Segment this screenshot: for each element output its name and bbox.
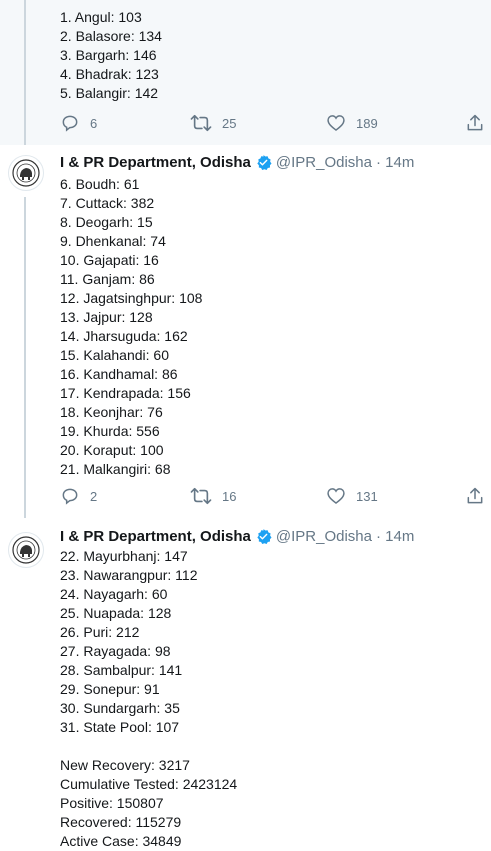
- share-button[interactable]: [465, 486, 485, 506]
- summary-line: Active Case: 34849: [60, 833, 182, 849]
- display-name[interactable]: I & PR Department, Odisha: [60, 528, 251, 545]
- tweet-line: 7. Cuttack: 382: [60, 195, 155, 211]
- tweet-line: 29. Sonepur: 91: [60, 681, 160, 697]
- summary-line: Recovered: 115279: [60, 814, 182, 830]
- tweet-line: 27. Rayagada: 98: [60, 643, 171, 659]
- tweet-actions: 6 25 189: [60, 113, 491, 133]
- tweet-header: I & PR Department, Odisha @IPR_Odisha · …: [60, 152, 414, 172]
- reply-icon: [62, 115, 78, 132]
- tweet-line: 1. Angul: 103: [60, 9, 142, 25]
- tweet-line: 31. State Pool: 107: [60, 719, 180, 735]
- tweet-line: 25. Nuapada: 128: [60, 605, 172, 621]
- handle[interactable]: @IPR_Odisha: [276, 154, 372, 171]
- tweet-line: 11. Ganjam: 86: [60, 271, 155, 287]
- tweet-line: 26. Puri: 212: [60, 624, 140, 640]
- like-count: 189: [356, 115, 378, 131]
- share-icon: [467, 114, 483, 131]
- tweet-line: 9. Dhenkanal: 74: [60, 233, 166, 249]
- share-icon: [467, 487, 483, 504]
- reply-icon: [62, 488, 78, 505]
- tweet-line: 2. Balasore: 134: [60, 28, 162, 44]
- tweet-line: 21. Malkangiri: 68: [60, 461, 171, 477]
- tweet-line: 22. Mayurbhanj: 147: [60, 548, 188, 564]
- tweet-line: 14. Jharsuguda: 162: [60, 328, 188, 344]
- tweet-2-text: 6. Boudh: 61 7. Cuttack: 382 8. Deogarh:…: [60, 175, 202, 479]
- display-name[interactable]: I & PR Department, Odisha: [60, 154, 251, 171]
- tweet-line: 28. Sambalpur: 141: [60, 662, 183, 678]
- like-count: 131: [356, 488, 378, 504]
- like-icon: [327, 488, 345, 505]
- tweet-line: 10. Gajapati: 16: [60, 252, 159, 268]
- retweet-icon: [190, 114, 212, 132]
- retweet-count: 25: [222, 115, 237, 131]
- avatar-emblem: [12, 536, 40, 564]
- tweet-line: 6. Boudh: 61: [60, 176, 140, 192]
- retweet-count: 16: [222, 488, 237, 504]
- reply-count: 6: [90, 115, 98, 131]
- summary-line: New Recovery: 3217: [60, 757, 190, 773]
- retweet-button[interactable]: 25: [190, 113, 236, 133]
- verified-icon: [257, 528, 272, 544]
- reply-button[interactable]: 6: [60, 113, 97, 133]
- timestamp[interactable]: · 14m: [376, 528, 414, 545]
- tweet-2[interactable]: I & PR Department, Odisha @IPR_Odisha · …: [0, 145, 491, 518]
- tweet-line: 15. Kalahandi: 60: [60, 347, 169, 363]
- retweet-icon: [190, 487, 212, 505]
- tweet-line: 30. Sundargarh: 35: [60, 700, 180, 716]
- tweet-line: 4. Bhadrak: 123: [60, 66, 159, 82]
- tweet-actions: 2 16 131: [60, 486, 491, 506]
- summary-line: Cumulative Tested: 2423124: [60, 776, 238, 792]
- reply-button[interactable]: 2: [60, 486, 97, 506]
- tweet-header: I & PR Department, Odisha @IPR_Odisha · …: [60, 526, 414, 546]
- tweet-line: 3. Bargarh: 146: [60, 47, 157, 63]
- like-icon: [327, 115, 345, 132]
- share-button[interactable]: [465, 113, 485, 133]
- thread-line: [24, 197, 26, 518]
- reply-count: 2: [90, 488, 98, 504]
- summary-line: Positive: 150807: [60, 795, 164, 811]
- tweet-line: 24. Nayagarh: 60: [60, 586, 168, 602]
- thread-line: [24, 0, 26, 145]
- blank-line: [60, 737, 237, 756]
- tweet-line: 19. Khurda: 556: [60, 423, 160, 439]
- tweet-line: 23. Nawarangpur: 112: [60, 567, 198, 583]
- tweet-line: 8. Deogarh: 15: [60, 214, 153, 230]
- tweet-3[interactable]: I & PR Department, Odisha @IPR_Odisha · …: [0, 518, 491, 850]
- tweet-line: 17. Kendrapada: 156: [60, 385, 191, 401]
- tweet-line: 13. Jajpur: 128: [60, 309, 153, 325]
- retweet-button[interactable]: 16: [190, 486, 236, 506]
- tweet-line: 20. Koraput: 100: [60, 442, 164, 458]
- like-button[interactable]: 189: [326, 113, 378, 133]
- avatar[interactable]: [8, 532, 44, 568]
- tweet-3-text: 22. Mayurbhanj: 147 23. Nawarangpur: 112…: [60, 547, 237, 851]
- tweet-line: 16. Kandhamal: 86: [60, 366, 178, 382]
- tweet-1-text: 1. Angul: 103 2. Balasore: 134 3. Bargar…: [60, 8, 162, 103]
- verified-icon: [257, 154, 272, 170]
- avatar-emblem: [12, 159, 40, 187]
- tweet-line: 18. Keonjhar: 76: [60, 404, 163, 420]
- handle[interactable]: @IPR_Odisha: [276, 528, 372, 545]
- avatar[interactable]: [8, 155, 44, 191]
- like-button[interactable]: 131: [326, 486, 378, 506]
- timestamp[interactable]: · 14m: [376, 154, 414, 171]
- tweet-line: 5. Balangir: 142: [60, 85, 159, 101]
- tweet-1[interactable]: 1. Angul: 103 2. Balasore: 134 3. Bargar…: [0, 0, 491, 145]
- tweet-line: 12. Jagatsinghpur: 108: [60, 290, 203, 306]
